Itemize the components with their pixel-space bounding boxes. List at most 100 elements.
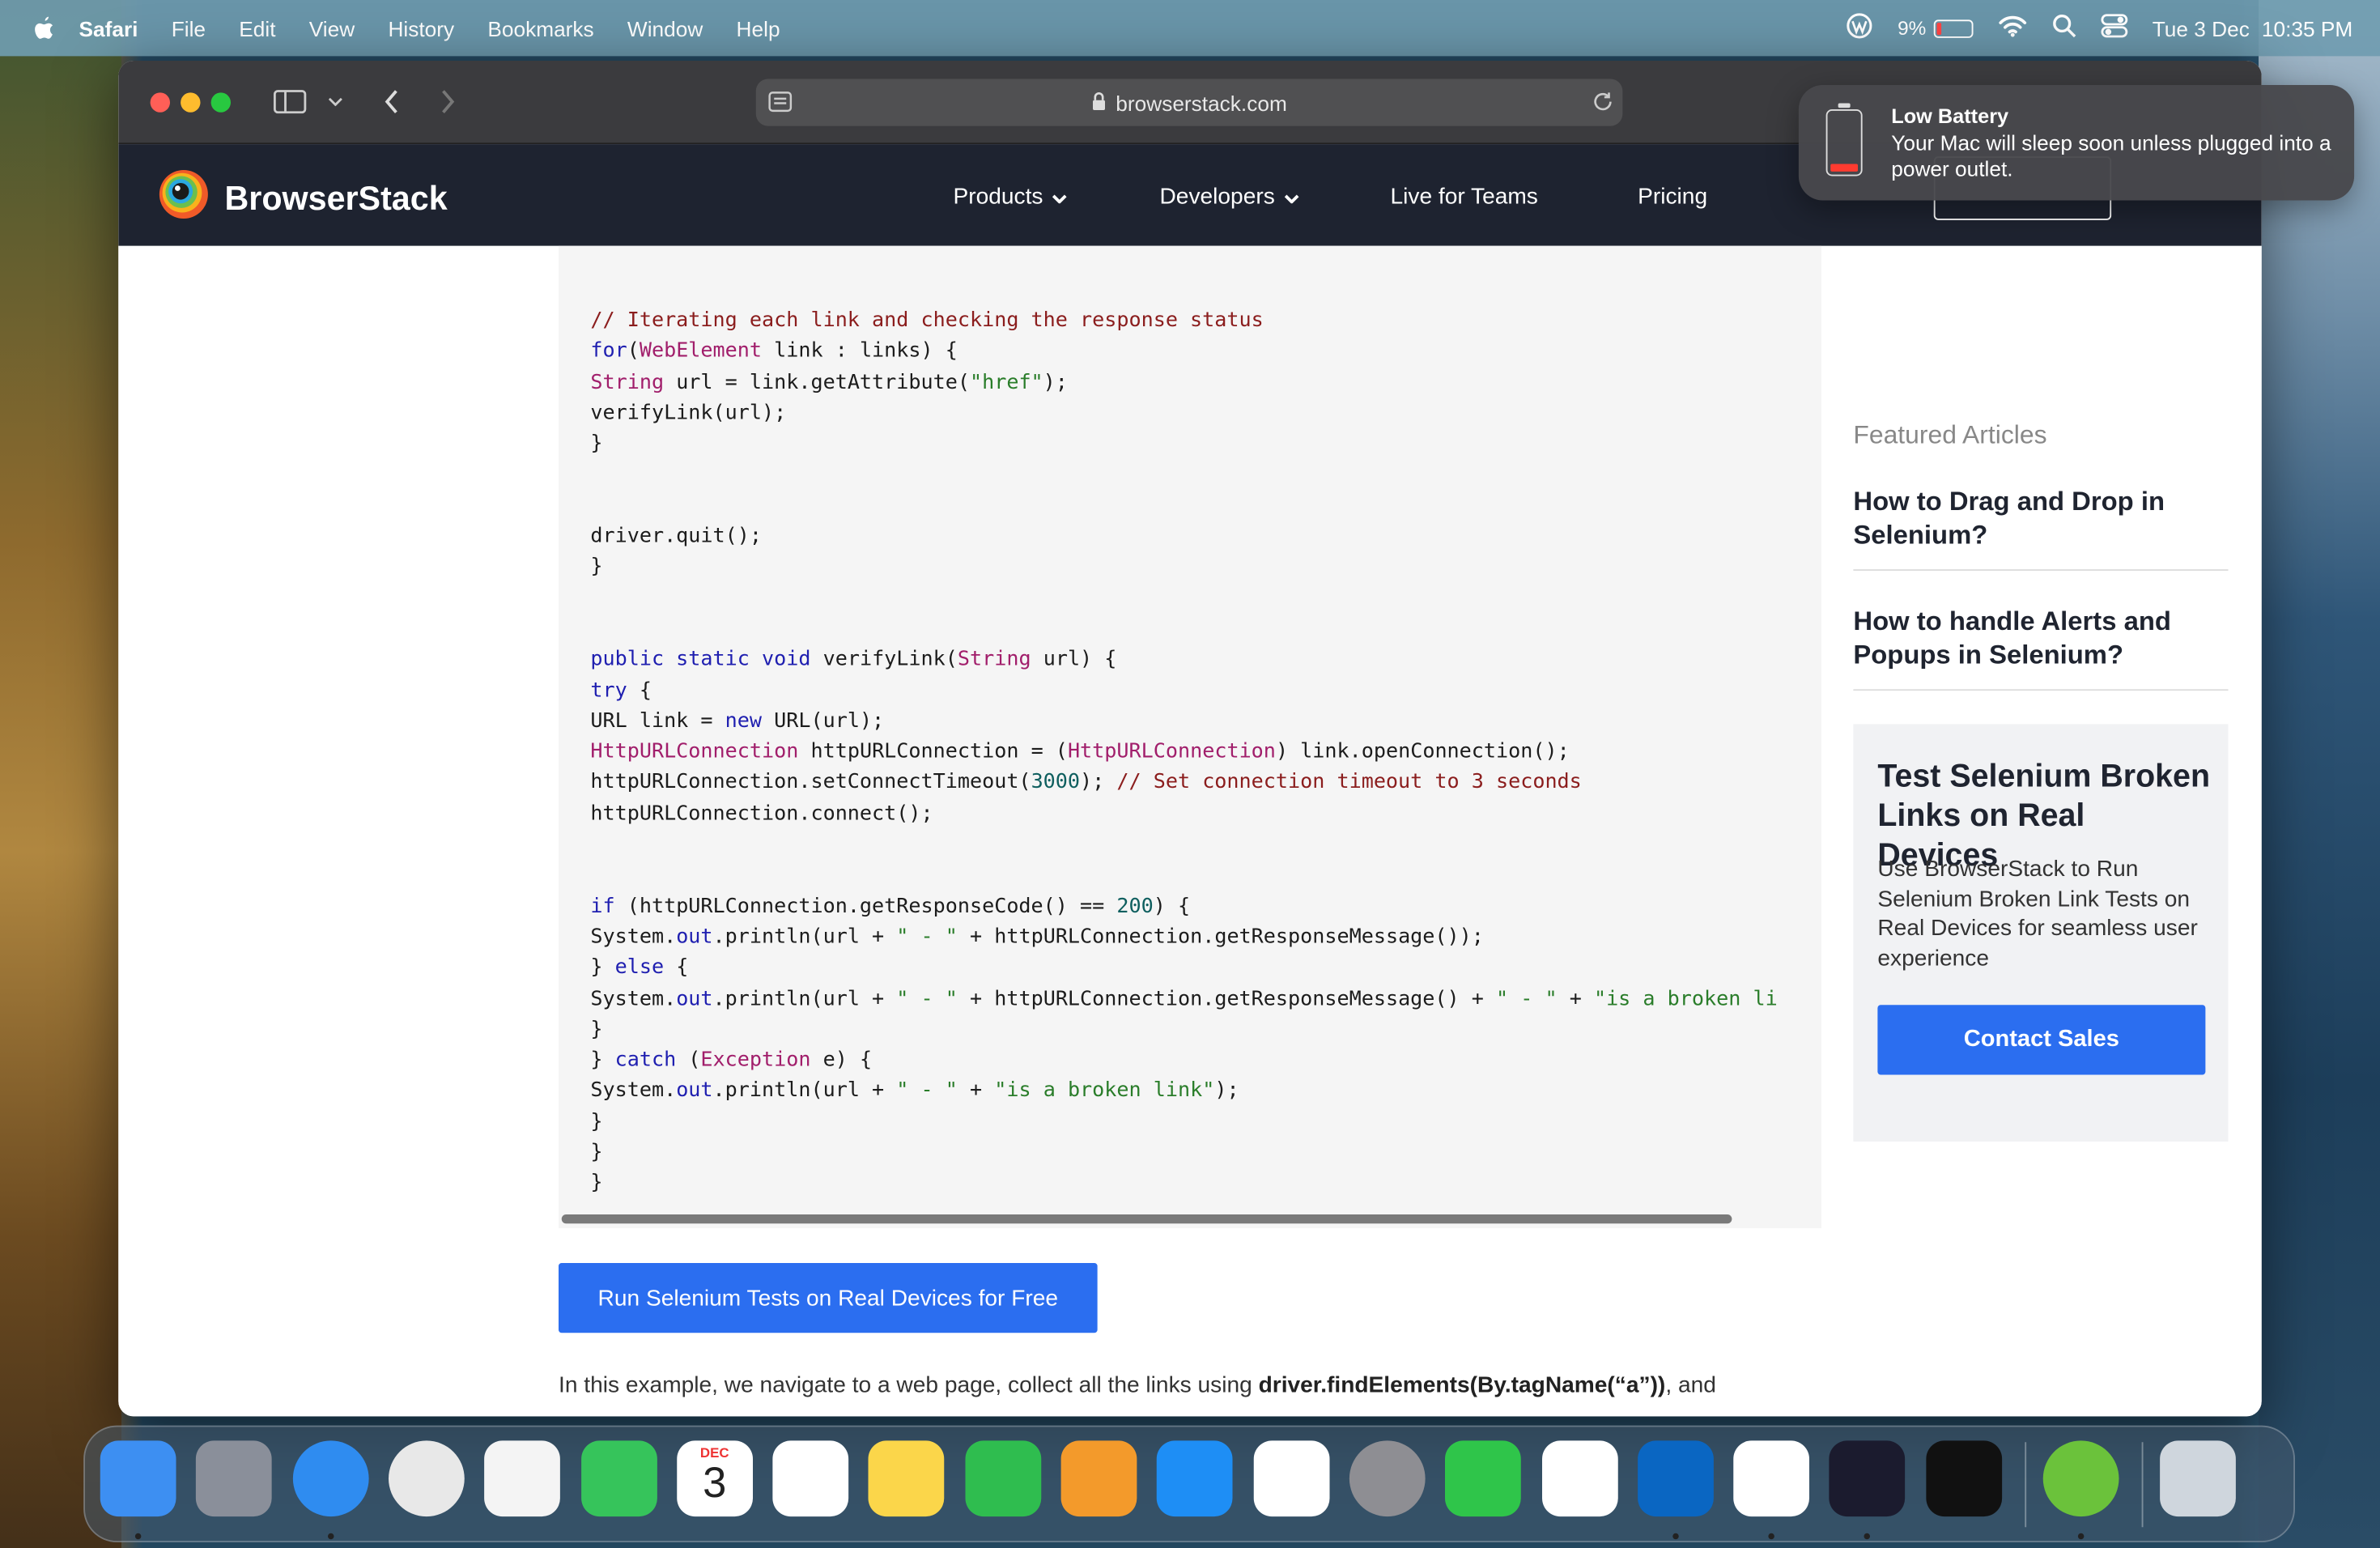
code-token: HttpURLConnection (590, 741, 799, 764)
launchpad-icon[interactable] (196, 1440, 273, 1517)
code-token: driver.quit(); (590, 525, 763, 549)
code-horizontal-scrollbar[interactable] (561, 1214, 1732, 1224)
nav-live-for-teams[interactable]: Live for Teams (1391, 184, 1538, 210)
menu-edit[interactable]: Edit (239, 16, 275, 40)
code-line: String url = link.getAttribute("href"); (590, 368, 1777, 399)
run-selenium-tests-button[interactable]: Run Selenium Tests on Real Devices for F… (559, 1263, 1098, 1333)
featured-article-link[interactable]: How to Drag and Drop in Selenium? (1853, 484, 2229, 571)
code-token: if (590, 895, 615, 918)
chrome-icon[interactable] (388, 1440, 465, 1517)
promo-card-body: Use BrowserStack to Run Selenium Broken … (1877, 856, 2198, 972)
calendar-day: 3 (703, 1458, 727, 1506)
trash-icon[interactable] (2160, 1440, 2237, 1517)
forward-button[interactable] (432, 82, 463, 121)
code-line: HttpURLConnection httpURLConnection = (H… (590, 738, 1777, 769)
menu-file[interactable]: File (172, 16, 206, 40)
lock-icon (1091, 91, 1107, 115)
menu-date[interactable]: Tue 3 Dec (2153, 16, 2250, 40)
low-battery-notification[interactable]: Low Battery Your Mac will sleep soon unl… (1798, 85, 2355, 201)
code-line: URL link = new URL(url); (590, 707, 1777, 738)
safari-window: browserstack.com BrowserStack Products D… (118, 61, 2262, 1417)
browserstack-logo[interactable]: BrowserStack (158, 168, 448, 229)
photos-icon[interactable] (484, 1440, 561, 1517)
menu-app-name[interactable]: Safari (79, 16, 138, 40)
visual-studio-icon[interactable] (1252, 1440, 1329, 1517)
nav-pricing[interactable]: Pricing (1638, 184, 1707, 210)
running-indicator (1768, 1533, 1775, 1540)
sidebar-toggle-icon[interactable] (270, 82, 310, 121)
pages-icon[interactable] (1060, 1440, 1137, 1517)
article-paragraph: In this example, we navigate to a web pa… (559, 1372, 1716, 1398)
code-token: url) { (1031, 649, 1117, 672)
code-token: WebElement (639, 340, 763, 364)
nav-developers[interactable]: Developers (1160, 184, 1299, 210)
battery-status[interactable]: 9% (1898, 17, 1974, 40)
menu-view[interactable]: View (309, 16, 355, 40)
finder-icon[interactable] (100, 1440, 176, 1517)
code-token: } (590, 555, 603, 580)
system-settings-icon[interactable] (1349, 1440, 1426, 1517)
code-line: System.out.println(url + " - " + httpURL… (590, 923, 1777, 954)
code-line: driver.quit(); (590, 522, 1777, 553)
code-line: verifyLink(url); (590, 399, 1777, 430)
dock: DEC 3 (83, 1425, 2295, 1542)
reload-icon[interactable] (1592, 91, 1613, 117)
code-token: } (590, 1142, 603, 1165)
code-line: } (590, 1015, 1777, 1046)
minimize-window-button[interactable] (181, 92, 201, 113)
intellij-icon[interactable] (1830, 1440, 1906, 1517)
code-line: } (590, 1169, 1777, 1200)
address-bar[interactable]: browserstack.com (755, 79, 1623, 126)
calendar-icon[interactable]: DEC 3 (676, 1440, 753, 1517)
whatsapp-icon[interactable] (1445, 1440, 1522, 1517)
code-token: ( (676, 1048, 701, 1072)
apple-menu-icon[interactable] (31, 15, 58, 42)
code-token: + (957, 1079, 995, 1104)
contact-sales-button[interactable]: Contact Sales (1877, 1005, 2206, 1075)
control-center-icon[interactable] (2101, 14, 2128, 43)
close-window-button[interactable] (150, 92, 170, 113)
code-token: ); (1214, 1079, 1239, 1104)
menu-window[interactable]: Window (627, 16, 703, 40)
reminders-icon[interactable] (772, 1440, 849, 1517)
safari-icon[interactable] (292, 1440, 368, 1517)
menu-time[interactable]: 10:35 PM (2262, 16, 2352, 40)
code-line: System.out.println(url + " - " + "is a b… (590, 1077, 1777, 1108)
menu-bookmarks[interactable]: Bookmarks (487, 16, 593, 40)
utorrent-icon[interactable] (2042, 1440, 2119, 1517)
code-token: } (590, 1048, 615, 1072)
app-store-icon[interactable] (1157, 1440, 1234, 1517)
featured-article-link[interactable]: How to handle Alerts and Popups in Selen… (1853, 604, 2229, 691)
zoom-window-button[interactable] (210, 92, 231, 113)
code-token: e) { (810, 1048, 873, 1072)
notification-body: Your Mac will sleep soon unless plugged … (1891, 130, 2331, 181)
code-token: System. (590, 1079, 677, 1104)
code-line: // Iterating each link and checking the … (590, 307, 1777, 338)
menu-history[interactable]: History (388, 16, 454, 40)
brand-name: BrowserStack (224, 179, 448, 218)
numbers-icon[interactable] (964, 1440, 1041, 1517)
nav-products[interactable]: Products (954, 184, 1068, 210)
wordpress-status-icon[interactable] (1846, 12, 1873, 44)
paragraph-text-start: In this example, we navigate to a web pa… (559, 1372, 1259, 1398)
notes-icon[interactable] (869, 1440, 945, 1517)
menu-help[interactable]: Help (737, 16, 780, 40)
gmail-icon[interactable] (1733, 1440, 1810, 1517)
wifi-icon[interactable] (1997, 14, 2028, 43)
git-client-icon[interactable] (1925, 1440, 2002, 1517)
spotlight-search-icon[interactable] (2052, 14, 2076, 43)
facetime-icon[interactable] (580, 1440, 657, 1517)
paragraph-text-end: , and (1665, 1372, 1716, 1398)
code-line: public static void verifyLink(String url… (590, 645, 1777, 676)
code-token: ) { (1153, 895, 1191, 918)
back-button[interactable] (376, 82, 407, 121)
chevron-down-icon[interactable] (325, 82, 346, 121)
code-line: if (httpURLConnection.getResponseCode() … (590, 892, 1777, 923)
code-token: try (590, 679, 627, 703)
linkedin-icon[interactable] (1637, 1440, 1714, 1517)
code-token: url = link.getAttribute( (664, 371, 970, 394)
youtube-icon[interactable] (1541, 1440, 1617, 1517)
